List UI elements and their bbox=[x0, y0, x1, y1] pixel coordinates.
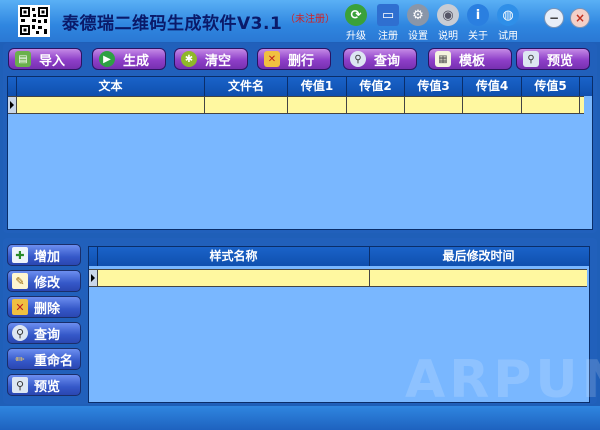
table-cell[interactable] bbox=[205, 97, 288, 113]
trial-button[interactable]: ◍ 试用 bbox=[493, 4, 523, 42]
clear-button[interactable]: ✱ 清空 bbox=[174, 48, 248, 70]
status-bar bbox=[0, 406, 600, 430]
minimize-button[interactable]: − bbox=[544, 8, 564, 28]
settings-icon: ⚙ bbox=[407, 4, 429, 26]
data-table-header: 文本 文件名 传值1 传值2 传值3 传值4 传值5 bbox=[8, 77, 592, 96]
import-button[interactable]: ▤ 导入 bbox=[8, 48, 82, 70]
upgrade-label: 升级 bbox=[346, 31, 366, 42]
current-row-arrow-icon bbox=[8, 97, 17, 113]
qr-code-logo-icon bbox=[18, 5, 50, 37]
row-indicator-header bbox=[8, 77, 17, 96]
import-folder-icon: ▤ bbox=[15, 51, 31, 67]
template-label: 模板 bbox=[459, 53, 486, 69]
table-cell[interactable] bbox=[405, 97, 463, 113]
column-header[interactable]: 传值2 bbox=[347, 77, 405, 96]
table-cell[interactable] bbox=[288, 97, 347, 113]
style-search-button[interactable]: ⚲ 查询 bbox=[7, 322, 81, 344]
table-row[interactable] bbox=[8, 96, 584, 114]
data-table[interactable]: 文本 文件名 传值1 传值2 传值3 传值4 传值5 bbox=[7, 76, 593, 230]
unregistered-label: （未注册） bbox=[285, 14, 335, 25]
rename-label: 重命名 bbox=[34, 353, 74, 369]
table-cell[interactable] bbox=[522, 97, 580, 113]
close-button[interactable]: × bbox=[570, 8, 590, 28]
search-icon: ⚲ bbox=[350, 51, 366, 67]
preview-button[interactable]: ⚲ 预览 bbox=[516, 48, 590, 70]
rename-button[interactable]: ✏ 重命名 bbox=[7, 348, 81, 370]
edit-icon: ✎ bbox=[12, 273, 28, 289]
settings-label: 设置 bbox=[408, 31, 428, 42]
column-header[interactable]: 文件名 bbox=[205, 77, 288, 96]
help-button[interactable]: ◉ 说明 bbox=[433, 4, 463, 42]
edit-label: 修改 bbox=[34, 275, 61, 291]
column-header[interactable]: 样式名称 bbox=[98, 247, 370, 266]
delete-button[interactable]: ✕ 删除 bbox=[7, 296, 81, 318]
settings-button[interactable]: ⚙ 设置 bbox=[403, 4, 433, 42]
upgrade-icon: ⟳ bbox=[345, 4, 367, 26]
template-button[interactable]: ▦ 模板 bbox=[428, 48, 512, 70]
table-cell[interactable] bbox=[17, 97, 205, 113]
table-cell[interactable] bbox=[98, 270, 370, 286]
generate-play-icon: ▶ bbox=[99, 51, 115, 67]
table-cell[interactable] bbox=[463, 97, 522, 113]
watermark: ARPUN bbox=[405, 350, 600, 410]
column-header[interactable]: 传值3 bbox=[405, 77, 463, 96]
trial-label: 试用 bbox=[498, 31, 518, 42]
search-icon: ⚲ bbox=[12, 325, 28, 341]
info-icon: i bbox=[467, 4, 489, 26]
rename-pencil-icon: ✏ bbox=[15, 352, 25, 366]
register-icon: ▭ bbox=[377, 4, 399, 26]
import-label: 导入 bbox=[39, 53, 66, 69]
row-indicator-header bbox=[89, 247, 98, 266]
style-table-header: 样式名称 最后修改时间 bbox=[89, 247, 589, 266]
current-row-arrow-icon bbox=[89, 270, 98, 286]
clear-label: 清空 bbox=[205, 53, 232, 69]
add-icon: ✚ bbox=[12, 247, 28, 263]
template-icon: ▦ bbox=[435, 51, 451, 67]
style-preview-label: 预览 bbox=[34, 379, 61, 395]
column-header[interactable]: 传值1 bbox=[288, 77, 347, 96]
column-header[interactable]: 最后修改时间 bbox=[370, 247, 587, 266]
table-cell[interactable] bbox=[370, 270, 587, 286]
table-cell[interactable] bbox=[347, 97, 405, 113]
help-label: 说明 bbox=[438, 31, 458, 42]
column-header[interactable]: 文本 bbox=[17, 77, 205, 96]
generate-label: 生成 bbox=[123, 53, 150, 69]
delete-row-label: 删行 bbox=[288, 53, 315, 69]
close-icon: × bbox=[574, 11, 586, 25]
minimize-icon: − bbox=[548, 11, 560, 25]
column-header[interactable]: 传值4 bbox=[463, 77, 522, 96]
preview-label: 预览 bbox=[547, 53, 574, 69]
upgrade-button[interactable]: ⟳ 升级 bbox=[341, 4, 371, 42]
search-button[interactable]: ⚲ 查询 bbox=[343, 48, 417, 70]
clear-icon: ✱ bbox=[181, 51, 197, 67]
delete-icon: ✕ bbox=[12, 299, 28, 315]
delete-label: 删除 bbox=[34, 301, 61, 317]
add-label: 增加 bbox=[34, 249, 61, 265]
about-label: 关于 bbox=[468, 31, 488, 42]
add-button[interactable]: ✚ 增加 bbox=[7, 244, 81, 266]
action-toolbar: ▤ 导入 ▶ 生成 ✱ 清空 ✕ 删行 ⚲ 查询 ▦ 模板 ⚲ 预览 bbox=[6, 48, 594, 72]
help-disc-icon: ◉ bbox=[437, 4, 459, 26]
delete-row-icon: ✕ bbox=[264, 51, 280, 67]
app-title: 泰德瑞二维码生成软件V3.1 bbox=[62, 14, 283, 34]
preview-icon: ⚲ bbox=[523, 51, 539, 67]
style-search-label: 查询 bbox=[34, 327, 61, 343]
table-row[interactable] bbox=[89, 269, 587, 287]
column-header[interactable]: 传值5 bbox=[522, 77, 580, 96]
edit-button[interactable]: ✎ 修改 bbox=[7, 270, 81, 292]
register-label: 注册 bbox=[378, 31, 398, 42]
generate-button[interactable]: ▶ 生成 bbox=[92, 48, 166, 70]
delete-row-button[interactable]: ✕ 删行 bbox=[257, 48, 331, 70]
register-button[interactable]: ▭ 注册 bbox=[373, 4, 403, 42]
search-label: 查询 bbox=[374, 53, 401, 69]
title-bar: 泰德瑞二维码生成软件V3.1 （未注册） ⟳ 升级 ▭ 注册 ⚙ 设置 ◉ 说明… bbox=[0, 0, 600, 42]
style-preview-button[interactable]: ⚲ 预览 bbox=[7, 374, 81, 396]
about-button[interactable]: i 关于 bbox=[463, 4, 493, 42]
preview-icon: ⚲ bbox=[12, 377, 28, 393]
trial-globe-icon: ◍ bbox=[497, 4, 519, 26]
